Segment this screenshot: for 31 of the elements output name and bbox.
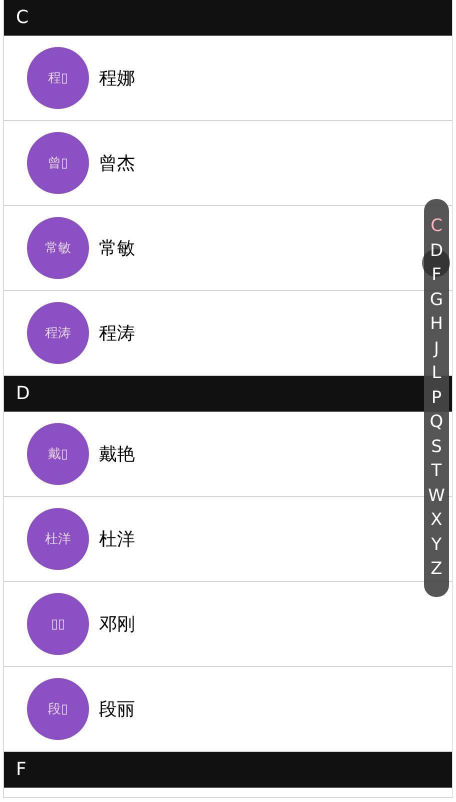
index-letter[interactable]: X xyxy=(430,508,442,533)
contact-name: 常敏 xyxy=(99,237,135,260)
index-letter[interactable]: J xyxy=(434,336,439,362)
index-letter[interactable]: H xyxy=(430,312,443,337)
index-letter[interactable]: P xyxy=(431,386,442,410)
index-letter[interactable]: Y xyxy=(431,532,442,558)
index-letter[interactable]: C xyxy=(430,214,442,239)
contact-name: 杜洋 xyxy=(99,528,135,551)
index-letter[interactable]: T xyxy=(431,459,442,484)
contact-name: 程涛 xyxy=(99,322,135,345)
index-letter[interactable]: S xyxy=(431,434,442,460)
avatar: 常敏 xyxy=(27,217,89,279)
index-letter[interactable]: Z xyxy=(430,557,442,582)
section-header: F xyxy=(4,752,452,788)
contact-name: 程娜 xyxy=(99,67,135,90)
index-bar[interactable]: C D F G H J L P Q S T W X Y Z xyxy=(424,199,449,597)
avatar: 戴▯ xyxy=(27,423,89,485)
avatar: 杜洋 xyxy=(27,508,89,570)
index-letter[interactable]: D xyxy=(430,238,444,264)
avatar: ▯▯ xyxy=(27,593,89,655)
avatar: 程▯ xyxy=(27,47,89,109)
avatar: 程涛 xyxy=(27,302,89,364)
index-letter[interactable]: Q xyxy=(430,410,444,435)
avatar: 曾▯ xyxy=(27,132,89,194)
contact-name: 戴艳 xyxy=(99,443,135,466)
contact-name: 曾杰 xyxy=(99,152,135,175)
contact-name: 邓刚 xyxy=(99,613,135,636)
section-header: C xyxy=(4,0,452,36)
avatar: 段▯ xyxy=(27,678,89,740)
contact-name: 段丽 xyxy=(99,698,135,721)
index-letter[interactable]: F xyxy=(432,263,442,288)
